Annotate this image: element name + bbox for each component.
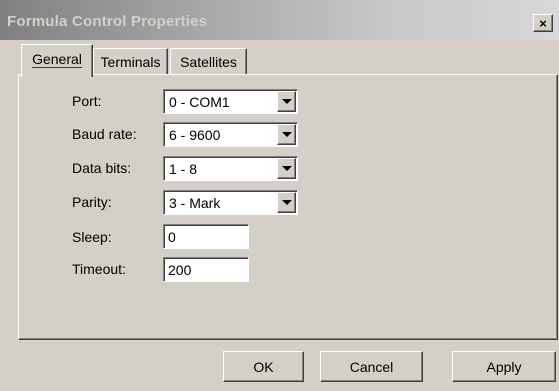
chevron-down-icon bbox=[282, 200, 292, 205]
port-value: 0 - COM1 bbox=[169, 94, 230, 110]
port-label: Port: bbox=[72, 93, 102, 109]
baud-rate-label: Baud rate: bbox=[72, 126, 137, 142]
data-bits-label: Data bits: bbox=[72, 160, 132, 176]
cancel-button[interactable]: Cancel bbox=[320, 351, 423, 382]
parity-value: 3 - Mark bbox=[169, 195, 221, 211]
parity-dropdown-button[interactable] bbox=[277, 192, 296, 213]
general-tab-panel: Port: 0 - COM1 Baud rate: 6 - 9600 Data … bbox=[18, 74, 558, 340]
properties-dialog: Formula Control Properties × General Ter… bbox=[0, 0, 559, 391]
close-button[interactable]: × bbox=[533, 14, 553, 32]
chevron-down-icon bbox=[282, 99, 292, 104]
data-bits-select[interactable]: 1 - 8 bbox=[163, 156, 298, 181]
tab-general[interactable]: General bbox=[21, 44, 93, 77]
tab-general-label: General bbox=[32, 50, 82, 68]
tab-terminals-label: Terminals bbox=[100, 54, 161, 70]
apply-button[interactable]: Apply bbox=[452, 351, 556, 382]
tab-satellites[interactable]: Satellites bbox=[170, 48, 247, 75]
close-icon: × bbox=[539, 15, 547, 31]
window-title: Formula Control Properties bbox=[7, 13, 208, 30]
chevron-down-icon bbox=[282, 166, 292, 171]
ok-button[interactable]: OK bbox=[223, 351, 304, 382]
port-select[interactable]: 0 - COM1 bbox=[163, 89, 298, 114]
sleep-label: Sleep: bbox=[72, 229, 112, 245]
timeout-input[interactable] bbox=[163, 257, 249, 282]
title-bar[interactable]: Formula Control Properties × bbox=[0, 0, 559, 40]
data-bits-dropdown-button[interactable] bbox=[277, 158, 296, 179]
port-dropdown-button[interactable] bbox=[277, 91, 296, 112]
sleep-input[interactable] bbox=[163, 224, 249, 249]
parity-select[interactable]: 3 - Mark bbox=[163, 190, 298, 215]
chevron-down-icon bbox=[282, 132, 292, 137]
baud-rate-select[interactable]: 6 - 9600 bbox=[163, 122, 298, 147]
tab-satellites-label: Satellites bbox=[180, 54, 237, 70]
data-bits-value: 1 - 8 bbox=[169, 161, 198, 177]
baud-rate-value: 6 - 9600 bbox=[169, 127, 221, 143]
tab-terminals[interactable]: Terminals bbox=[93, 48, 168, 75]
baud-rate-dropdown-button[interactable] bbox=[277, 124, 296, 145]
parity-label: Parity: bbox=[72, 194, 112, 210]
timeout-label: Timeout: bbox=[72, 261, 126, 277]
